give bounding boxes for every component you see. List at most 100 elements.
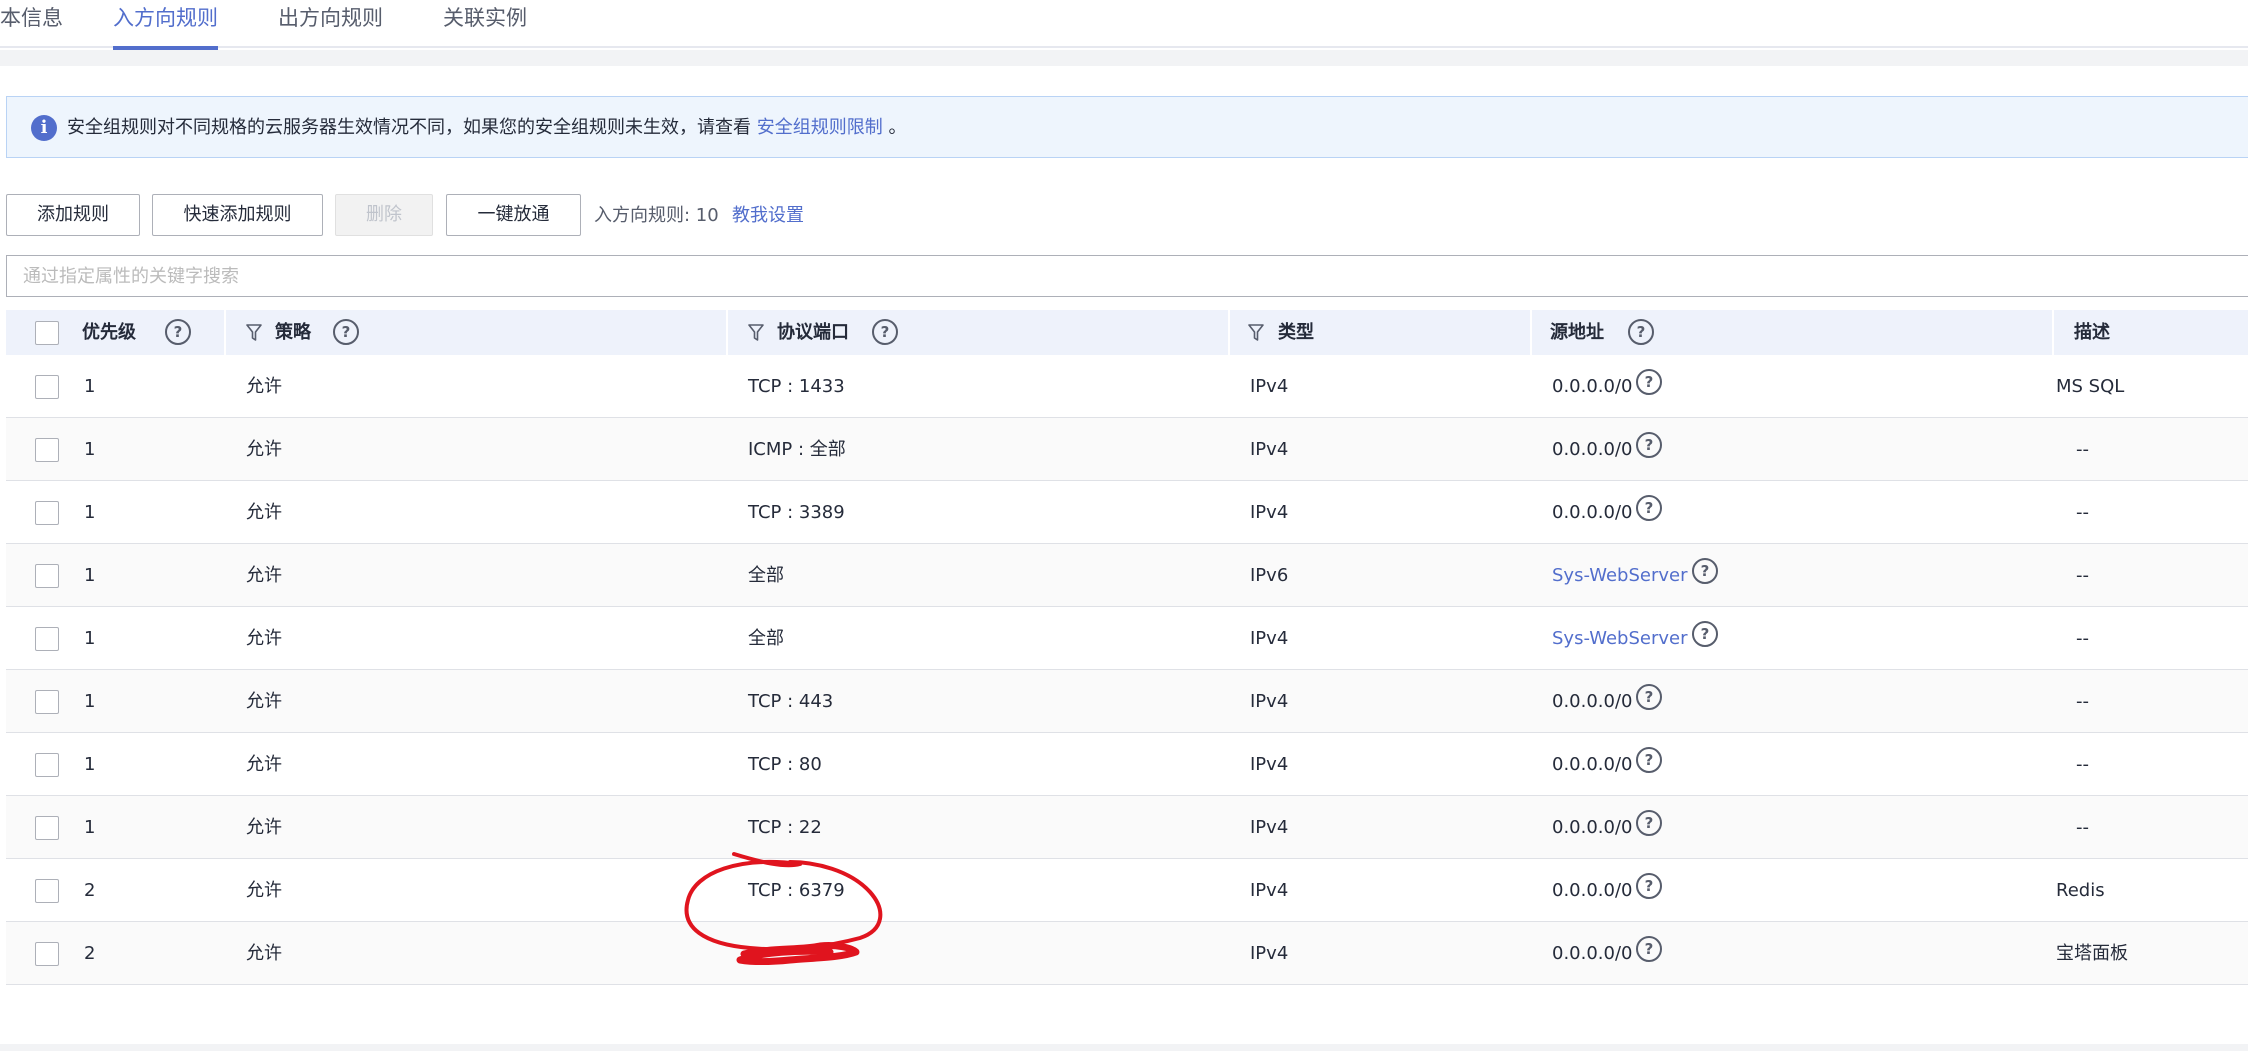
cell-protocol-port: TCP : 22	[748, 817, 822, 838]
source-help-icon[interactable]: ?	[1636, 684, 1662, 710]
header-protocol-port: 协议端口	[777, 322, 849, 343]
row-checkbox[interactable]	[35, 753, 59, 777]
source-help-icon[interactable]: ?	[1692, 558, 1718, 584]
cell-priority: 2	[84, 943, 96, 964]
row-checkbox[interactable]	[35, 501, 59, 525]
tab-associated-instances[interactable]: 关联实例	[443, 0, 527, 48]
header-source: 源地址	[1550, 322, 1604, 343]
header-priority: 优先级	[82, 322, 136, 343]
row-checkbox[interactable]	[35, 438, 59, 462]
cell-source: 0.0.0.0/0	[1552, 502, 1633, 523]
type-filter-icon[interactable]	[1248, 324, 1264, 342]
help-setup-link[interactable]: 教我设置	[732, 204, 804, 228]
cell-policy: 允许	[246, 502, 282, 523]
cell-protocol-port: 全部	[748, 565, 784, 586]
cell-description: MS SQL	[2056, 376, 2125, 397]
cell-type: IPv4	[1250, 691, 1289, 712]
source-help-icon[interactable]: ?	[1628, 319, 1654, 345]
column-divider	[2052, 310, 2054, 355]
cell-protocol-port: 全部	[748, 628, 784, 649]
cell-source: 0.0.0.0/0	[1552, 754, 1633, 775]
alert-text: 安全组规则对不同规格的云服务器生效情况不同，如果您的安全组规则未生效，请查看	[67, 117, 751, 138]
row-checkbox[interactable]	[35, 627, 59, 651]
policy-filter-icon[interactable]	[246, 324, 262, 342]
row-checkbox[interactable]	[35, 564, 59, 588]
cell-source: 0.0.0.0/0	[1552, 880, 1633, 901]
cell-source: 0.0.0.0/0	[1552, 943, 1633, 964]
cell-type: IPv4	[1250, 817, 1289, 838]
cell-policy: 允许	[246, 817, 282, 838]
table-row: 1 允许 TCP : 22 IPv4 0.0.0.0/0? --	[6, 796, 2248, 859]
source-help-icon[interactable]: ?	[1636, 432, 1662, 458]
protocol-port-filter-icon[interactable]	[748, 324, 764, 342]
tab-basic-info[interactable]: 本信息	[0, 0, 63, 48]
cell-description: --	[2076, 754, 2089, 775]
security-group-limits-link[interactable]: 安全组规则限制	[757, 117, 883, 138]
cell-policy: 允许	[246, 376, 282, 397]
tab-outbound-rules[interactable]: 出方向规则	[278, 0, 383, 48]
cell-description: --	[2076, 628, 2089, 649]
alert-message: 安全组规则对不同规格的云服务器生效情况不同，如果您的安全组规则未生效，请查看 安…	[67, 115, 906, 141]
table-row: 1 允许 TCP : 443 IPv4 0.0.0.0/0? --	[6, 670, 2248, 733]
column-divider	[224, 310, 226, 355]
cell-type: IPv6	[1250, 565, 1289, 586]
cell-type: IPv4	[1250, 880, 1289, 901]
cell-policy: 允许	[246, 943, 282, 964]
header-type: 类型	[1278, 322, 1314, 343]
source-help-icon[interactable]: ?	[1636, 495, 1662, 521]
source-help-icon[interactable]: ?	[1636, 873, 1662, 899]
cell-type: IPv4	[1250, 502, 1289, 523]
source-help-icon[interactable]: ?	[1636, 810, 1662, 836]
quick-add-rule-button[interactable]: 快速添加规则	[152, 194, 323, 236]
row-checkbox[interactable]	[35, 375, 59, 399]
table-row: 1 允许 全部 IPv4 Sys-WebServer? --	[6, 607, 2248, 670]
cell-priority: 1	[84, 439, 96, 460]
cell-protocol-port: ICMP : 全部	[748, 439, 846, 460]
cell-protocol-port: TCP : 1433	[748, 376, 845, 397]
table-row: 1 允许 TCP : 1433 IPv4 0.0.0.0/0? MS SQL	[6, 355, 2248, 418]
cell-description: 宝塔面板	[2056, 943, 2128, 964]
table-row: 1 允许 TCP : 80 IPv4 0.0.0.0/0? --	[6, 733, 2248, 796]
cell-source[interactable]: Sys-WebServer	[1552, 544, 1688, 607]
header-policy: 策略	[275, 322, 311, 343]
table-body: 1 允许 TCP : 1433 IPv4 0.0.0.0/0? MS SQL 1 允许 ICMP…	[6, 355, 2248, 985]
row-checkbox[interactable]	[35, 690, 59, 714]
cell-policy: 允许	[246, 754, 282, 775]
info-icon: i	[31, 115, 57, 141]
cell-source: 0.0.0.0/0	[1552, 439, 1633, 460]
row-checkbox[interactable]	[35, 879, 59, 903]
column-divider	[1530, 310, 1532, 355]
cell-protocol-port: TCP : 6379	[748, 880, 845, 901]
cell-type: IPv4	[1250, 439, 1289, 460]
source-help-icon[interactable]: ?	[1636, 369, 1662, 395]
column-divider	[726, 310, 728, 355]
tab-bar: 本信息 入方向规则 出方向规则 关联实例	[0, 0, 2248, 50]
select-all-checkbox[interactable]	[35, 321, 59, 345]
open-all-button[interactable]: 一键放通	[446, 194, 581, 236]
protocol-port-help-icon[interactable]: ?	[872, 319, 898, 345]
search-input[interactable]	[7, 256, 2248, 296]
search-box	[6, 255, 2248, 297]
source-help-icon[interactable]: ?	[1636, 747, 1662, 773]
priority-help-icon[interactable]: ?	[165, 319, 191, 345]
cell-description: --	[2076, 502, 2089, 523]
cell-description: --	[2076, 817, 2089, 838]
source-help-icon[interactable]: ?	[1636, 936, 1662, 962]
policy-help-icon[interactable]: ?	[333, 319, 359, 345]
source-help-icon[interactable]: ?	[1692, 621, 1718, 647]
cell-source[interactable]: Sys-WebServer	[1552, 607, 1688, 670]
delete-button[interactable]: 删除	[335, 194, 433, 236]
cell-source: 0.0.0.0/0	[1552, 817, 1633, 838]
row-checkbox[interactable]	[35, 942, 59, 966]
cell-priority: 1	[84, 691, 96, 712]
cell-policy: 允许	[246, 880, 282, 901]
row-checkbox[interactable]	[35, 816, 59, 840]
page-footer-divider	[0, 1044, 2248, 1051]
add-rule-button[interactable]: 添加规则	[6, 194, 140, 236]
tab-inbound-rules[interactable]: 入方向规则	[113, 0, 218, 50]
cell-protocol-port: TCP : 80	[748, 754, 822, 775]
table-row: 1 允许 TCP : 3389 IPv4 0.0.0.0/0? --	[6, 481, 2248, 544]
cell-type: IPv4	[1250, 376, 1289, 397]
table-row: 1 允许 全部 IPv6 Sys-WebServer? --	[6, 544, 2248, 607]
cell-description: --	[2076, 565, 2089, 586]
